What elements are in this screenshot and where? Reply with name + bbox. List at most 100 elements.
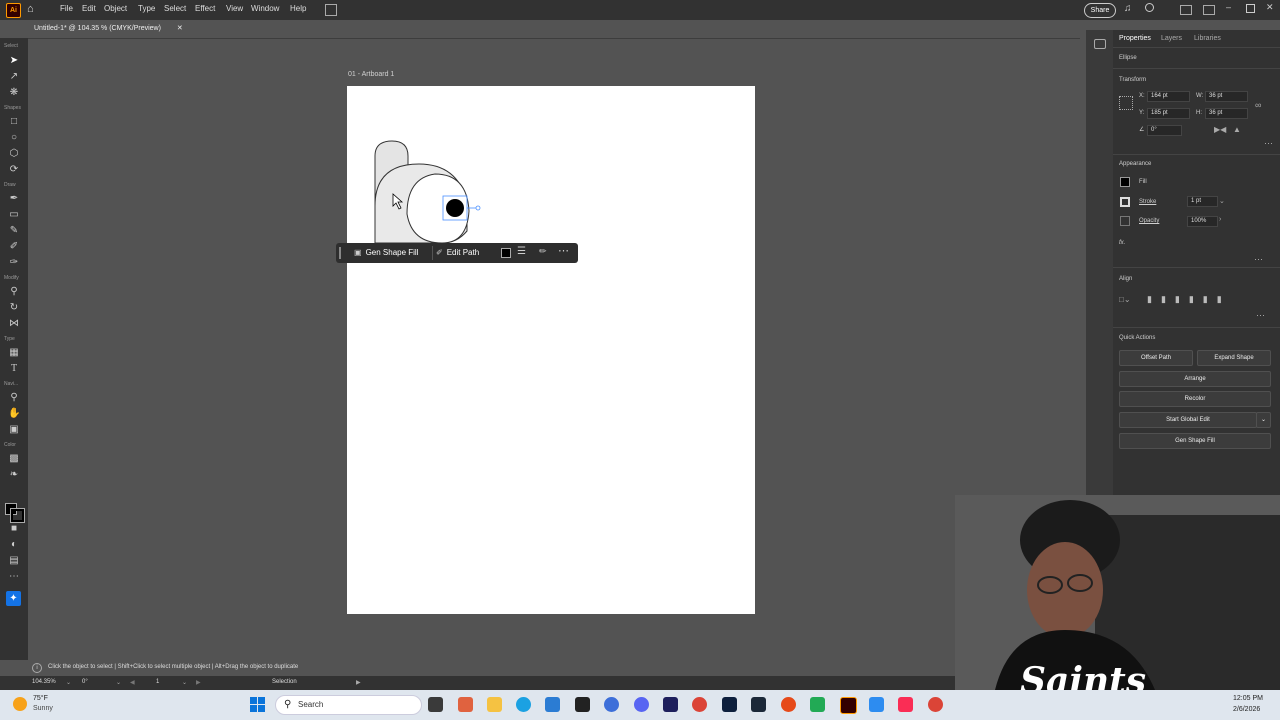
panel-icon[interactable] bbox=[1203, 5, 1215, 15]
ellipse-tool-icon[interactable]: ○ bbox=[8, 132, 20, 144]
weather-sun-icon[interactable] bbox=[13, 697, 27, 711]
menu-view[interactable]: View bbox=[226, 4, 243, 13]
artboard-number[interactable]: 1 bbox=[156, 679, 159, 685]
close-tab-icon[interactable]: ✕ bbox=[177, 25, 183, 32]
angle-field[interactable]: 0° bbox=[1147, 125, 1182, 136]
clock-date[interactable]: 2/6/2026 bbox=[1233, 706, 1260, 713]
menu-help[interactable]: Help bbox=[290, 4, 306, 13]
maximize-icon[interactable] bbox=[1246, 4, 1255, 13]
workspace-icon[interactable] bbox=[1180, 5, 1192, 15]
menu-object[interactable]: Object bbox=[104, 4, 127, 13]
clock-time[interactable]: 12:05 PM bbox=[1233, 695, 1263, 702]
artwork[interactable] bbox=[347, 86, 755, 614]
h-field[interactable]: 36 pt bbox=[1205, 108, 1248, 119]
tab-libraries[interactable]: Libraries bbox=[1194, 35, 1221, 42]
scale-tool-icon[interactable]: ⚲ bbox=[8, 286, 20, 298]
arrange-documents-icon[interactable] bbox=[325, 4, 337, 16]
app-icon[interactable] bbox=[869, 697, 884, 712]
edge-icon[interactable] bbox=[516, 697, 531, 712]
flip-horizontal-icon[interactable]: ▶◀ bbox=[1214, 125, 1226, 134]
task-view-icon[interactable] bbox=[428, 697, 443, 712]
chrome-icon[interactable] bbox=[692, 697, 707, 712]
global-edit-options-icon[interactable]: ⌄ bbox=[1256, 412, 1271, 428]
rotate-tool-icon[interactable]: ↻ bbox=[8, 302, 20, 314]
tab-properties[interactable]: Properties bbox=[1119, 35, 1151, 42]
search-icon[interactable] bbox=[1145, 3, 1154, 12]
menu-effect[interactable]: Effect bbox=[195, 4, 215, 13]
photos-icon[interactable] bbox=[604, 697, 619, 712]
previous-artboard-icon[interactable]: ◀ bbox=[130, 679, 135, 686]
menu-edit[interactable]: Edit bbox=[82, 4, 96, 13]
pen-tool-icon[interactable]: ✒ bbox=[8, 193, 20, 205]
comments-icon[interactable] bbox=[1094, 39, 1106, 49]
width-tool-icon[interactable]: ⋈ bbox=[8, 318, 20, 330]
perspective-tool-icon[interactable]: ▦ bbox=[8, 347, 20, 359]
windows-start-icon[interactable] bbox=[250, 697, 265, 712]
file-explorer-icon[interactable] bbox=[487, 697, 502, 712]
tab-layers[interactable]: Layers bbox=[1161, 35, 1182, 42]
opacity-field[interactable]: 100% bbox=[1187, 216, 1218, 227]
document-tab[interactable]: Untitled-1* @ 104.35 % (CMYK/Preview) ✕ bbox=[34, 22, 183, 36]
eyedropper-tool-icon[interactable]: ❧ bbox=[8, 469, 20, 481]
menu-window[interactable]: Window bbox=[251, 4, 279, 13]
brush-tool-icon[interactable]: ✐ bbox=[8, 241, 20, 253]
type-tool-icon[interactable]: T bbox=[8, 363, 20, 375]
store-icon[interactable] bbox=[545, 697, 560, 712]
gradient-tool-icon[interactable]: ▩ bbox=[8, 453, 20, 465]
align-buttons-row[interactable]: ▮▮▮▮▮▮ bbox=[1147, 294, 1231, 305]
chrome-alt-icon[interactable] bbox=[928, 697, 943, 712]
menu-select[interactable]: Select bbox=[164, 4, 186, 13]
x-field[interactable]: 164 pt bbox=[1147, 91, 1190, 102]
lasso-tool-icon[interactable]: ❋ bbox=[8, 87, 20, 99]
artboard-tool-icon[interactable]: ▣ bbox=[8, 424, 20, 436]
gen-shape-fill-quick-button[interactable]: Gen Shape Fill bbox=[1119, 433, 1271, 449]
align-more-icon[interactable]: ⋯ bbox=[1256, 310, 1265, 321]
xbox-icon[interactable] bbox=[810, 697, 825, 712]
stroke-weight-field[interactable]: 1 pt bbox=[1187, 196, 1218, 207]
taskbar-search-box[interactable]: ⚲ Search bbox=[275, 695, 422, 715]
artboard-dropdown-icon[interactable]: ⌄ bbox=[182, 679, 187, 686]
blob-brush-tool-icon[interactable]: ✑ bbox=[8, 257, 20, 269]
home-icon[interactable]: ⌂ bbox=[27, 3, 40, 16]
drag-handle-icon[interactable] bbox=[339, 247, 341, 259]
close-icon[interactable]: ✕ bbox=[1266, 2, 1274, 13]
start-global-edit-button[interactable]: Start Global Edit bbox=[1119, 412, 1257, 428]
rectangle-tool-icon[interactable]: □ bbox=[8, 116, 20, 128]
ai-assistant-icon[interactable]: ✦ bbox=[6, 591, 21, 606]
fx-icon[interactable]: fx. bbox=[1119, 240, 1125, 246]
gen-shape-fill-button[interactable]: ▣ Gen Shape Fill bbox=[354, 247, 418, 259]
lightroom-icon[interactable] bbox=[722, 697, 737, 712]
steam-icon[interactable] bbox=[751, 697, 766, 712]
share-button[interactable]: Share bbox=[1084, 3, 1116, 18]
zoom-dropdown-icon[interactable]: ⌄ bbox=[66, 679, 71, 686]
next-artboard-icon[interactable]: ▶ bbox=[196, 679, 201, 686]
chevron-down-icon[interactable]: ⌄ bbox=[1219, 197, 1225, 205]
arrange-button[interactable]: Arrange bbox=[1119, 371, 1271, 387]
menu-type[interactable]: Type bbox=[138, 4, 155, 13]
music-icon[interactable] bbox=[898, 697, 913, 712]
status-arrow-icon[interactable]: ▶ bbox=[356, 679, 361, 686]
rotation-value[interactable]: 0° bbox=[82, 679, 88, 685]
fill-color-swatch[interactable] bbox=[501, 248, 511, 258]
expand-shape-button[interactable]: Expand Shape bbox=[1197, 350, 1271, 366]
opacity-label[interactable]: Opacity bbox=[1139, 218, 1159, 224]
weather-desc[interactable]: Sunny bbox=[33, 705, 53, 712]
edit-path-button[interactable]: ✐ Edit Path bbox=[436, 247, 479, 259]
transform-more-icon[interactable]: ⋯ bbox=[1264, 138, 1273, 149]
chevron-right-icon[interactable]: › bbox=[1219, 216, 1221, 223]
menu-file[interactable]: File bbox=[60, 4, 73, 13]
rotation-dropdown-icon[interactable]: ⌄ bbox=[116, 679, 121, 686]
draw-mode-icon[interactable]: ◐ bbox=[8, 539, 20, 551]
w-field[interactable]: 36 pt bbox=[1205, 91, 1248, 102]
recolor-button[interactable]: Recolor bbox=[1119, 391, 1271, 407]
stroke-swatch-panel[interactable] bbox=[1120, 197, 1130, 207]
fill-swatch-panel[interactable] bbox=[1120, 177, 1130, 187]
calculator-icon[interactable] bbox=[575, 697, 590, 712]
y-field[interactable]: 185 pt bbox=[1147, 108, 1190, 119]
bell-icon[interactable]: ♫ bbox=[1124, 3, 1132, 14]
zoom-tool-icon[interactable]: ⚲ bbox=[8, 392, 20, 404]
hand-tool-icon[interactable]: ✋ bbox=[8, 408, 20, 420]
polygon-tool-icon[interactable]: ⬡ bbox=[8, 148, 20, 160]
zoom-level[interactable]: 104.35% bbox=[32, 679, 56, 685]
discord-icon[interactable] bbox=[634, 697, 649, 712]
